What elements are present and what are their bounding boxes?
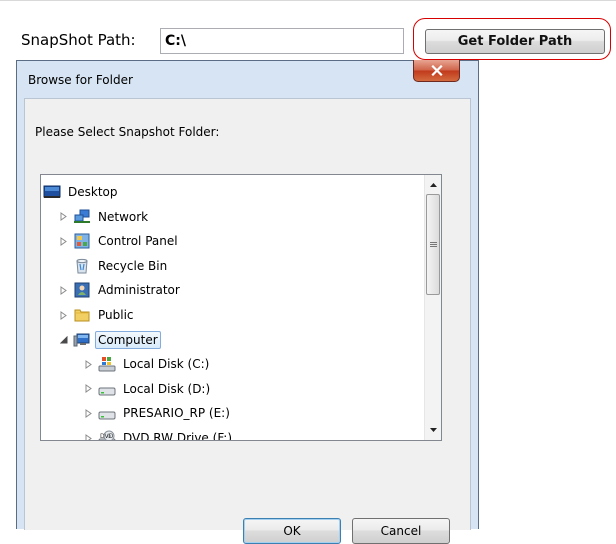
dialog-body: Please Select Snapshot Folder: Desktop Ne… [24, 98, 471, 544]
tree-item-desktop[interactable]: Desktop [43, 181, 121, 203]
collapsed-arrow-icon[interactable] [58, 285, 69, 296]
tree-item-label: Local Disk (D:) [123, 381, 211, 396]
control-panel-icon [73, 233, 91, 249]
desktop-icon [43, 184, 61, 200]
dvd-drive-icon: DVD [98, 430, 116, 440]
scroll-up-button[interactable] [425, 176, 441, 193]
hard-drive-icon [98, 381, 116, 397]
tree-item-label: DVD RW Drive (F:) [123, 431, 233, 441]
ok-button[interactable]: OK [243, 518, 341, 544]
recycle-bin-icon [73, 258, 91, 274]
svg-text:DVD: DVD [100, 433, 114, 440]
snapshot-path-label: SnapShot Path: [21, 31, 136, 49]
browse-for-folder-dialog: Browse for Folder Please Select Snapshot… [16, 60, 479, 544]
scroll-down-icon [429, 427, 437, 432]
system-drive-icon [98, 356, 116, 372]
snapshot-path-input[interactable] [160, 28, 404, 54]
collapsed-arrow-icon[interactable] [83, 359, 94, 370]
collapsed-arrow-icon[interactable] [58, 236, 69, 247]
tree-item-public[interactable]: Public [58, 304, 137, 326]
hard-drive-icon [98, 405, 116, 421]
scroll-thumb[interactable] [426, 194, 440, 295]
tree-item-control-panel[interactable]: Control Panel [58, 230, 181, 252]
expanded-arrow-icon[interactable] [58, 334, 69, 345]
get-folder-path-button[interactable]: Get Folder Path [425, 29, 605, 54]
tree-item-local-disk-d[interactable]: Local Disk (D:) [83, 378, 213, 400]
network-icon [73, 209, 91, 225]
folder-tree[interactable]: Desktop Network Control Panel Recycle Bin Ad… [40, 174, 442, 441]
tree-item-label: Public [98, 308, 134, 322]
tree-item-label: Recycle Bin [98, 258, 168, 273]
tree-item-computer[interactable]: Computer [58, 329, 161, 351]
tree-item-label: PRESARIO_RP (E:) [123, 406, 230, 421]
collapsed-arrow-icon[interactable] [83, 408, 94, 419]
tree-item-network[interactable]: Network [58, 206, 151, 228]
tree-item-label: Desktop [68, 185, 118, 199]
dialog-prompt: Please Select Snapshot Folder: [35, 125, 220, 139]
tree-item-label: Control Panel [98, 234, 178, 249]
tree-item-recycle-bin[interactable]: Recycle Bin [58, 255, 170, 277]
scroll-down-button[interactable] [425, 421, 441, 438]
tree-item-label: Administrator [98, 283, 180, 298]
computer-icon [73, 332, 91, 348]
top-divider [0, 0, 616, 1]
tree-item-presario-rp-e[interactable]: PRESARIO_RP (E:) [83, 402, 233, 424]
close-button[interactable] [413, 60, 460, 82]
collapsed-arrow-icon[interactable] [58, 211, 69, 222]
tree-scrollbar[interactable] [424, 175, 441, 440]
tree-item-label: Network [98, 209, 149, 224]
tree-item-label: Computer [95, 330, 161, 349]
scroll-up-icon [429, 182, 437, 187]
collapsed-arrow-icon[interactable] [58, 310, 69, 321]
close-icon [430, 65, 443, 76]
grip-icon [429, 242, 437, 247]
user-folder-icon [73, 282, 91, 298]
cancel-button[interactable]: Cancel [352, 518, 450, 544]
collapsed-arrow-icon[interactable] [83, 433, 94, 440]
dialog-titlebar[interactable]: Browse for Folder [17, 61, 478, 98]
tree-item-dvd-rw-drive-f[interactable]: DVD DVD RW Drive (F:) [83, 427, 235, 441]
tree-item-administrator[interactable]: Administrator [58, 279, 183, 301]
dialog-title: Browse for Folder [28, 73, 133, 87]
collapsed-arrow-icon[interactable] [83, 383, 94, 394]
folder-icon [73, 307, 91, 323]
tree-item-label: Local Disk (C:) [123, 357, 210, 372]
tree-item-local-disk-c[interactable]: Local Disk (C:) [83, 353, 212, 375]
